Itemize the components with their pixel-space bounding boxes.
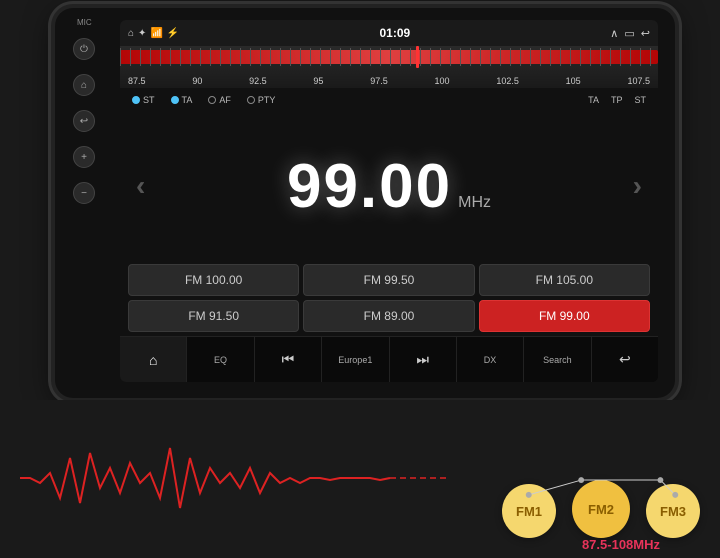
pty-label: PTY xyxy=(258,95,276,105)
preset-3[interactable]: FM 105.00 xyxy=(479,264,650,296)
presets-grid: FM 100.00 FM 99.50 FM 105.00 FM 91.50 FM… xyxy=(120,260,658,336)
freq-display: 99.00 MHz xyxy=(287,151,491,222)
preset-5[interactable]: FM 89.00 xyxy=(303,300,474,332)
status-left: ⌂ ✦ 📶 ⚡ xyxy=(128,28,179,39)
current-frequency: 99.00 xyxy=(287,151,452,222)
next-track-button[interactable]: ⏭ xyxy=(390,337,457,382)
af-control[interactable]: AF xyxy=(208,95,231,105)
power-button[interactable]: ⏻ xyxy=(73,38,95,60)
chevron-up-icon: ∧ xyxy=(610,27,618,40)
dx-label: DX xyxy=(484,355,497,365)
status-time: 01:09 xyxy=(379,26,410,40)
ta-right-label: TA xyxy=(588,95,599,105)
prev-icon: ⏮ xyxy=(282,351,295,368)
back-toolbar-button[interactable]: ↩ xyxy=(592,337,658,382)
device-shell: MIC RST ⏻ ⌂ ↩ + − ⌂ ✦ 📶 ⚡ 01:09 ∧ ▭ ↩ xyxy=(55,8,675,398)
home-status-icon: ⌂ xyxy=(128,28,134,39)
freq-prev-button[interactable]: ‹ xyxy=(136,170,145,202)
ta-control[interactable]: TA xyxy=(171,95,193,105)
freq-indicator xyxy=(416,46,419,68)
bt-icon: ⚡ xyxy=(167,28,179,39)
fm-badges: FM1 FM2 FM3 xyxy=(502,480,700,538)
af-dot xyxy=(208,96,216,104)
frequency-display-area: ‹ 99.00 MHz › xyxy=(120,112,658,260)
europe1-button[interactable]: Europe1 xyxy=(322,337,389,382)
status-bar: ⌂ ✦ 📶 ⚡ 01:09 ∧ ▭ ↩ xyxy=(120,20,658,46)
wifi-icon: 📶 xyxy=(150,28,162,39)
preset-4[interactable]: FM 91.50 xyxy=(128,300,299,332)
dx-button[interactable]: DX xyxy=(457,337,524,382)
bottom-toolbar: ⌂ EQ ⏮ Europe1 ⏭ DX Search ↩ xyxy=(120,336,658,382)
waveform xyxy=(20,428,450,528)
radio-controls: ST TA AF PTY TA TP ST xyxy=(120,88,658,112)
ta-dot xyxy=(171,96,179,104)
freq-labels: 87.5 90 92.5 95 97.5 100 102.5 105 107.5 xyxy=(120,76,658,86)
frequency-bar[interactable]: 87.5 90 92.5 95 97.5 100 102.5 105 107.5 xyxy=(120,46,658,88)
preset-1[interactable]: FM 100.00 xyxy=(128,264,299,296)
freq-ruler xyxy=(120,48,658,66)
prev-track-button[interactable]: ⏮ xyxy=(255,337,322,382)
europe1-label: Europe1 xyxy=(338,355,372,365)
next-icon: ⏭ xyxy=(416,351,429,368)
freq-next-button[interactable]: › xyxy=(633,170,642,202)
search-label: Search xyxy=(543,355,572,365)
ta-label: TA xyxy=(182,95,193,105)
st-right-label: ST xyxy=(634,95,646,105)
st-dot xyxy=(132,96,140,104)
window-icon: ▭ xyxy=(624,27,634,40)
eq-label: EQ xyxy=(214,355,227,365)
pty-control[interactable]: PTY xyxy=(247,95,276,105)
bottom-section: FM1 FM2 FM3 87.5-108MHz xyxy=(0,400,720,558)
search-button[interactable]: Search xyxy=(524,337,591,382)
back-side-button[interactable]: ↩ xyxy=(73,110,95,132)
freq-range-label: 87.5-108MHz xyxy=(582,537,660,552)
side-buttons: ⏻ ⌂ ↩ + − xyxy=(73,38,95,204)
fm-connect-lines xyxy=(502,470,700,500)
settings-status-icon: ✦ xyxy=(138,28,146,39)
back-toolbar-icon: ↩ xyxy=(619,351,631,368)
pty-dot xyxy=(247,96,255,104)
mic-label: MIC xyxy=(77,18,92,27)
vol-up-button[interactable]: + xyxy=(73,146,95,168)
back-icon: ↩ xyxy=(641,27,650,40)
vol-down-button[interactable]: − xyxy=(73,182,95,204)
preset-2[interactable]: FM 99.50 xyxy=(303,264,474,296)
home-toolbar-icon: ⌂ xyxy=(149,352,157,368)
home-side-button[interactable]: ⌂ xyxy=(73,74,95,96)
radio-ctrl-right: TA TP ST xyxy=(588,95,646,105)
preset-6[interactable]: FM 99.00 xyxy=(479,300,650,332)
screen: ⌂ ✦ 📶 ⚡ 01:09 ∧ ▭ ↩ 87.5 90 92.5 95 97.5 xyxy=(120,20,658,382)
home-toolbar-button[interactable]: ⌂ xyxy=(120,337,187,382)
tp-right-label: TP xyxy=(611,95,623,105)
freq-unit: MHz xyxy=(458,194,491,212)
st-label: ST xyxy=(143,95,155,105)
st-control[interactable]: ST xyxy=(132,95,155,105)
af-label: AF xyxy=(219,95,231,105)
status-right: ∧ ▭ ↩ xyxy=(610,27,650,40)
eq-button[interactable]: EQ xyxy=(187,337,254,382)
